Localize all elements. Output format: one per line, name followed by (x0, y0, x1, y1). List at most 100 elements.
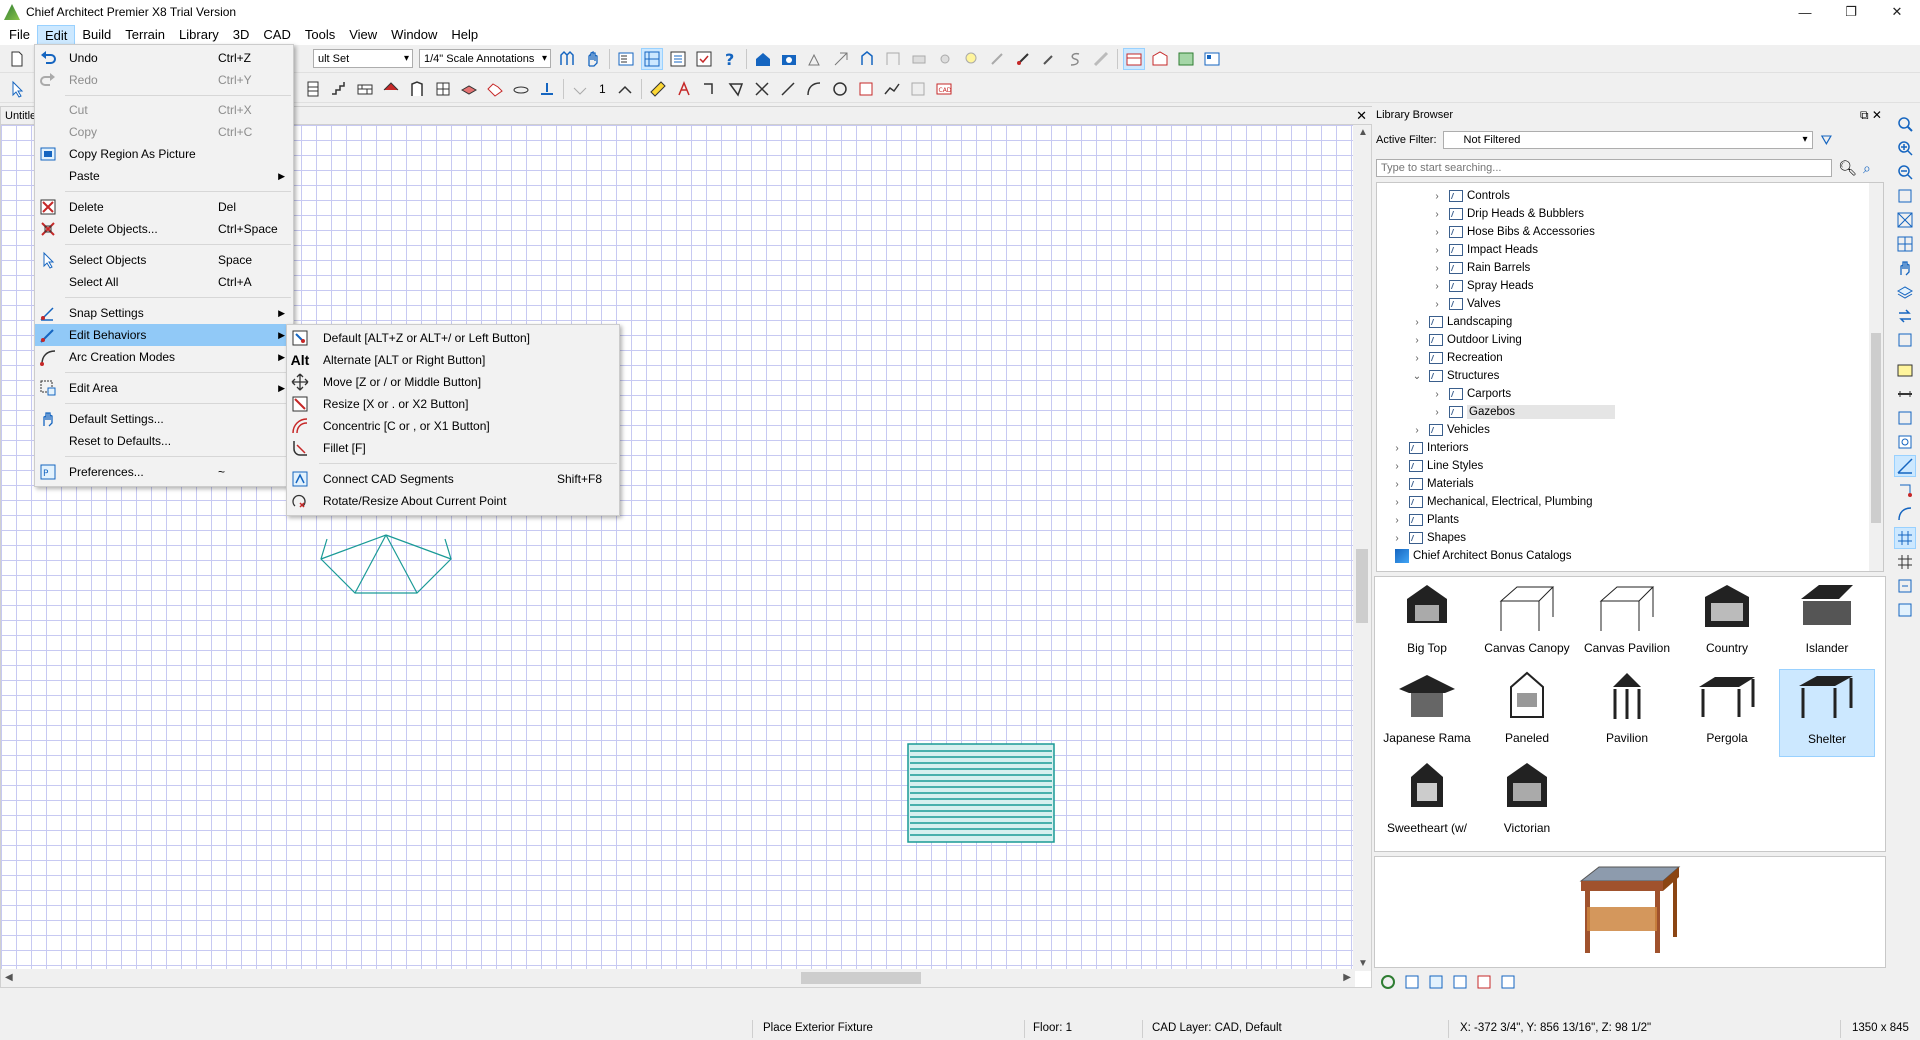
layout-icon[interactable] (1201, 48, 1223, 70)
help-question-icon[interactable]: ? (719, 48, 741, 70)
callout-tool-icon[interactable] (699, 78, 721, 100)
color-toggle-icon[interactable] (1894, 599, 1916, 621)
search-icon[interactable]: 🔍︎ (1838, 159, 1857, 177)
sun-icon[interactable] (934, 48, 956, 70)
canvas-vertical-scrollbar[interactable]: ▲ ▼ (1353, 125, 1371, 971)
door-tool-icon[interactable] (406, 78, 428, 100)
zoom-in-icon[interactable] (1894, 137, 1916, 159)
tree-item[interactable]: › Rain Barrels (1431, 259, 1530, 277)
undo-view-icon[interactable] (1894, 329, 1916, 351)
menu-item-arc-creation-modes[interactable]: Arc Creation Modes ▶ (35, 346, 293, 368)
angle-snap-icon[interactable] (1894, 455, 1916, 477)
behavior-fillet[interactable]: Fillet [F] (287, 437, 619, 459)
grid-display-icon[interactable] (1894, 551, 1916, 573)
spline-tool-icon[interactable] (881, 78, 903, 100)
floor-plan-view-icon[interactable] (1123, 47, 1145, 70)
menu-item-snap-settings[interactable]: Snap Settings ▶ (35, 302, 293, 324)
text-pen-icon[interactable] (673, 78, 695, 100)
slab-tool-icon[interactable] (458, 78, 480, 100)
walkthrough-icon[interactable] (830, 48, 852, 70)
behavior-default[interactable]: Default [ALT+Z or ALT+/ or Left Button] (287, 327, 619, 349)
layer-hand-icon[interactable] (582, 48, 604, 70)
tree-item[interactable]: › Outdoor Living (1411, 331, 1522, 349)
search-panel-icon[interactable] (1894, 431, 1916, 453)
menu-item-paste[interactable]: Paste ▶ (35, 165, 293, 187)
grid-snap-icon[interactable] (1894, 527, 1916, 549)
framing-icon[interactable] (882, 48, 904, 70)
thumbnail-victorian[interactable]: Victorian (1479, 759, 1575, 847)
house-icon[interactable] (752, 48, 774, 70)
menu-item-edit-area[interactable]: Edit Area ▶ (35, 377, 293, 399)
swap-icon[interactable] (1894, 305, 1916, 327)
menu-item-undo[interactable]: Undo Ctrl+Z (35, 47, 293, 69)
menu-item-select-objects[interactable]: Select Objects Space (35, 249, 293, 271)
tree-item[interactable]: › Valves (1431, 295, 1501, 313)
ruler-panel-icon[interactable] (1894, 383, 1916, 405)
behavior-move[interactable]: Move [Z or / or Middle Button] (287, 371, 619, 393)
menu-cad[interactable]: CAD (256, 25, 297, 45)
fill-window-icon[interactable] (1894, 209, 1916, 231)
menu-item-preferences[interactable]: P Preferences... ~ (35, 461, 293, 483)
cabinet-tool-icon[interactable] (302, 78, 324, 100)
polyline-tool-icon[interactable] (725, 78, 747, 100)
canvas-horizontal-scroll-thumb[interactable] (801, 972, 921, 984)
close-window-button[interactable]: ✕ (1874, 0, 1920, 24)
menu-edit[interactable]: Edit (36, 24, 76, 45)
maximize-button[interactable]: ❐ (1828, 0, 1874, 24)
paint-icon[interactable] (1012, 48, 1034, 70)
tree-item[interactable]: › Spray Heads (1431, 277, 1533, 295)
menu-3d[interactable]: 3D (226, 25, 257, 45)
thumbnail-japanese-rama[interactable]: Japanese Rama (1379, 669, 1475, 757)
cross-tool-icon[interactable] (751, 78, 773, 100)
cad-block-icon[interactable]: CAD (933, 78, 955, 100)
behavior-concentric[interactable]: Concentric [C or , or X1 Button] (287, 415, 619, 437)
tree-item[interactable]: › Shapes (1391, 529, 1466, 547)
active-filter-select[interactable]: Not Filtered (1442, 131, 1813, 149)
elevation-icon[interactable] (856, 48, 878, 70)
menu-item-redo[interactable]: Redo Ctrl+Y (35, 69, 293, 91)
behavior-connect-cad-segments[interactable]: Connect CAD Segments Shift+F8 (287, 468, 619, 490)
zoom-icon[interactable] (1894, 113, 1916, 135)
window-tool-icon[interactable] (432, 78, 454, 100)
behavior-alternate[interactable]: Alt Alternate [ALT or Right Button] (287, 349, 619, 371)
schedule-icon[interactable] (667, 48, 689, 70)
tree-item[interactable]: › Vehicles (1411, 421, 1490, 439)
tree-item[interactable]: › Drip Heads & Bubblers (1431, 205, 1584, 223)
menu-item-select-all[interactable]: Select All Ctrl+A (35, 271, 293, 293)
menu-window[interactable]: Window (384, 25, 444, 45)
tree-item[interactable]: ⌄ Structures (1411, 367, 1499, 385)
library-folder-icon[interactable] (1450, 972, 1470, 992)
thumbnail-islander[interactable]: Islander (1779, 579, 1875, 667)
spiral-icon[interactable] (1064, 48, 1086, 70)
menu-item-default-settings[interactable]: Default Settings... (35, 408, 293, 430)
menu-terrain[interactable]: Terrain (118, 25, 172, 45)
thumbnail-pavilion[interactable]: Pavilion (1579, 669, 1675, 757)
minimize-button[interactable]: — (1782, 0, 1828, 24)
tree-item[interactable]: Chief Architect Bonus Catalogs (1377, 547, 1572, 565)
zoom-out-icon[interactable] (1894, 161, 1916, 183)
tree-scrollbar[interactable] (1869, 183, 1883, 571)
thumbnail-big-top[interactable]: Big Top (1379, 579, 1475, 667)
layer-set-select[interactable]: ult Set (313, 49, 413, 68)
light-icon[interactable] (960, 48, 982, 70)
canvas-vertical-scroll-thumb[interactable] (1356, 549, 1368, 623)
shelter-plan-drawing[interactable] (907, 743, 1055, 843)
add-to-library-icon[interactable] (1426, 972, 1446, 992)
line-tool-icon[interactable] (777, 78, 799, 100)
menu-item-copy[interactable]: Copy Ctrl+C (35, 121, 293, 143)
thumbnail-paneled[interactable]: Paneled (1479, 669, 1575, 757)
thumbnail-sweetheart[interactable]: Sweetheart (w/ (1379, 759, 1475, 847)
text-tool-icon[interactable] (536, 78, 558, 100)
gazebo-plan-drawing[interactable] (320, 525, 461, 605)
render-icon[interactable] (804, 48, 826, 70)
material-icon[interactable] (986, 48, 1008, 70)
menu-view[interactable]: View (342, 25, 384, 45)
arc-snap-icon[interactable] (1894, 503, 1916, 525)
menu-item-edit-behaviors[interactable]: Edit Behaviors ▶ (35, 324, 293, 346)
menu-item-delete[interactable]: Delete Del (35, 196, 293, 218)
zoom-window-icon[interactable] (1894, 185, 1916, 207)
picture-tool-icon[interactable] (907, 78, 929, 100)
menu-tools[interactable]: Tools (298, 25, 342, 45)
3d-view-icon[interactable] (1175, 48, 1197, 70)
behavior-resize[interactable]: Resize [X or . or X2 Button] (287, 393, 619, 415)
